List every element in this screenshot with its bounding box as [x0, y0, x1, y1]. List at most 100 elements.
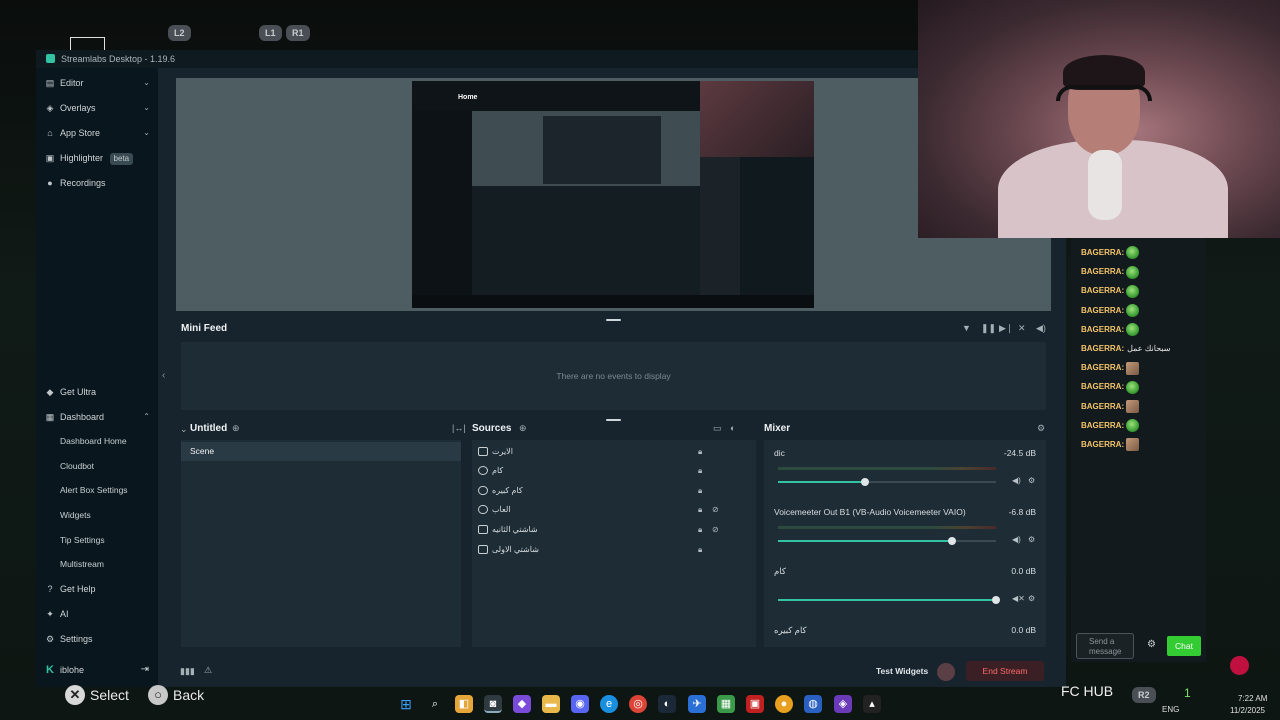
- lock-icon[interactable]: 🔒︎: [698, 540, 702, 559]
- lock-icon[interactable]: 🔒︎: [698, 500, 702, 519]
- nav-cloudbot[interactable]: Cloudbot: [60, 457, 94, 475]
- app-icon[interactable]: ▦: [717, 695, 735, 713]
- chat-send-button[interactable]: Chat: [1167, 636, 1201, 656]
- chrome-icon[interactable]: ◎: [629, 695, 647, 713]
- app-icon[interactable]: ◧: [455, 695, 473, 713]
- source-row[interactable]: العاب 🔒︎ ⊘: [476, 500, 719, 519]
- add-scene-icon[interactable]: ⊕: [232, 423, 240, 434]
- end-stream-button[interactable]: End Stream: [966, 661, 1044, 681]
- folder-icon[interactable]: ▭: [713, 423, 722, 434]
- user-profile[interactable]: K iblohe ⇥: [36, 661, 158, 679]
- nav-get-ultra[interactable]: ◆ Get Ultra: [36, 381, 158, 403]
- source-row[interactable]: الايرت 🔒︎: [476, 442, 711, 461]
- test-widgets-label[interactable]: Test Widgets: [876, 666, 928, 676]
- nav-recordings[interactable]: ● Recordings: [36, 172, 158, 194]
- app-icon[interactable]: ◍: [804, 695, 822, 713]
- nav-dashboard-home[interactable]: Dashboard Home: [60, 432, 127, 450]
- scene-item[interactable]: Scene: [181, 442, 461, 461]
- lock-icon[interactable]: 🔒︎: [698, 442, 702, 461]
- nav-get-help[interactable]: ? Get Help: [36, 578, 158, 600]
- chat-username[interactable]: BAGERRA:: [1081, 286, 1124, 295]
- nav-alert-box[interactable]: Alert Box Settings: [60, 481, 128, 499]
- nav-dashboard[interactable]: ▦ Dashboard ⌃: [36, 406, 158, 428]
- clock-date[interactable]: 11/2/2025: [1230, 706, 1265, 715]
- pause-icon[interactable]: ❚❚: [981, 323, 996, 334]
- volume-slider[interactable]: [778, 596, 1000, 604]
- steam-icon[interactable]: ◐: [658, 695, 676, 713]
- clock-time[interactable]: 7:22 AM: [1238, 694, 1267, 703]
- chat-username[interactable]: BAGERRA:: [1081, 267, 1124, 276]
- search-icon[interactable]: ⌕: [426, 695, 444, 713]
- nav-ai[interactable]: ✦ AI: [36, 603, 158, 625]
- nav-settings[interactable]: ⚙ Settings: [36, 628, 158, 650]
- gear-icon[interactable]: ⚙: [1028, 535, 1035, 544]
- gear-icon[interactable]: ⚙: [1037, 423, 1045, 434]
- chat-username[interactable]: BAGERRA:: [1081, 440, 1124, 449]
- chat-username[interactable]: BAGERRA:: [1081, 402, 1124, 411]
- chevron-up-icon: ⌃: [143, 412, 150, 421]
- edge-icon[interactable]: e: [600, 695, 618, 713]
- eye-hidden-icon[interactable]: ⊘: [712, 500, 719, 519]
- chevron-down-icon[interactable]: ⌄: [180, 424, 188, 435]
- speaker-icon[interactable]: ◀): [1012, 535, 1021, 544]
- chat-username[interactable]: BAGERRA:: [1081, 421, 1124, 430]
- collapse-sidebar-icon[interactable]: ‹: [162, 370, 165, 381]
- nav-highlighter[interactable]: ▣ Highlighter beta: [36, 147, 158, 169]
- mixer-channel-db: 0.0 dB: [1011, 625, 1036, 635]
- stats-icon[interactable]: ▮▮▮: [180, 666, 195, 677]
- speaker-muted-icon[interactable]: ◀✕: [1012, 594, 1025, 603]
- chat-username[interactable]: BAGERRA:: [1081, 325, 1124, 334]
- chat-username[interactable]: BAGERRA:: [1081, 344, 1124, 353]
- nav-app-store[interactable]: ⌂ App Store ⌄: [36, 122, 158, 144]
- speaker-icon[interactable]: ◀): [1012, 476, 1021, 485]
- chat-username[interactable]: BAGERRA:: [1081, 248, 1124, 257]
- source-row[interactable]: شاشتي الثانيه 🔒︎ ⊘: [476, 520, 719, 539]
- gear-icon[interactable]: ⚙: [1028, 476, 1035, 485]
- gear-icon[interactable]: ⚙: [1028, 594, 1035, 603]
- add-source-icon[interactable]: ⊕: [519, 423, 527, 434]
- lock-icon[interactable]: 🔒︎: [698, 481, 702, 500]
- test-widgets-toggle[interactable]: [937, 663, 955, 681]
- discord-icon[interactable]: ◉: [571, 695, 589, 713]
- resize-handle[interactable]: [606, 319, 621, 321]
- language-indicator[interactable]: ENG: [1162, 705, 1179, 714]
- app-icon[interactable]: ●: [775, 695, 793, 713]
- folder-icon[interactable]: ▬: [542, 695, 560, 713]
- scenes-title[interactable]: Untitled: [190, 423, 227, 434]
- nav-tip-settings[interactable]: Tip Settings: [60, 531, 105, 549]
- source-row[interactable]: كام كبيره 🔒︎: [476, 481, 711, 500]
- logout-icon[interactable]: ⇥: [141, 661, 149, 679]
- chat-settings-icon[interactable]: ⚙: [1147, 639, 1156, 650]
- windows-start-icon[interactable]: ⊞: [397, 695, 415, 713]
- lock-icon[interactable]: 🔒︎: [698, 520, 702, 539]
- app-icon[interactable]: ✈: [688, 695, 706, 713]
- volume-icon[interactable]: ◀): [1036, 323, 1046, 334]
- lock-icon[interactable]: 🔒︎: [698, 461, 702, 480]
- app-icon[interactable]: ▴: [863, 695, 881, 713]
- alert-icon[interactable]: ⚠: [204, 665, 212, 676]
- volume-slider[interactable]: [778, 478, 996, 486]
- skip-icon[interactable]: ▶❘: [999, 323, 1013, 334]
- source-row[interactable]: كام 🔒︎: [476, 461, 711, 480]
- chat-username[interactable]: BAGERRA:: [1081, 306, 1124, 315]
- source-settings-icon[interactable]: ◐: [730, 423, 735, 433]
- streamlabs-taskbar-icon[interactable]: ◙: [484, 695, 502, 713]
- chat-username[interactable]: BAGERRA:: [1081, 382, 1124, 391]
- nav-multistream[interactable]: Multistream: [60, 555, 104, 573]
- nav-overlays[interactable]: ◈ Overlays ⌄: [36, 97, 158, 119]
- volume-slider[interactable]: [778, 537, 996, 545]
- chat-input[interactable]: Send a message: [1076, 633, 1134, 659]
- nav-editor[interactable]: ▤ Editor ⌄: [36, 72, 158, 94]
- filter-icon[interactable]: ▼: [962, 323, 971, 333]
- app-icon[interactable]: ◆: [513, 695, 531, 713]
- app-icon[interactable]: ▣: [746, 695, 764, 713]
- volume-knob[interactable]: [992, 596, 1000, 604]
- resize-handle[interactable]: [606, 419, 621, 421]
- chat-username[interactable]: BAGERRA:: [1081, 363, 1124, 372]
- mute-alerts-icon[interactable]: ✕: [1018, 323, 1026, 334]
- scene-transition-icon[interactable]: |↔|: [452, 423, 466, 433]
- eye-hidden-icon[interactable]: ⊘: [712, 520, 719, 539]
- source-row[interactable]: شاشتي الاولى 🔒︎: [476, 540, 711, 559]
- app-icon[interactable]: ◈: [834, 695, 852, 713]
- nav-widgets[interactable]: Widgets: [60, 506, 91, 524]
